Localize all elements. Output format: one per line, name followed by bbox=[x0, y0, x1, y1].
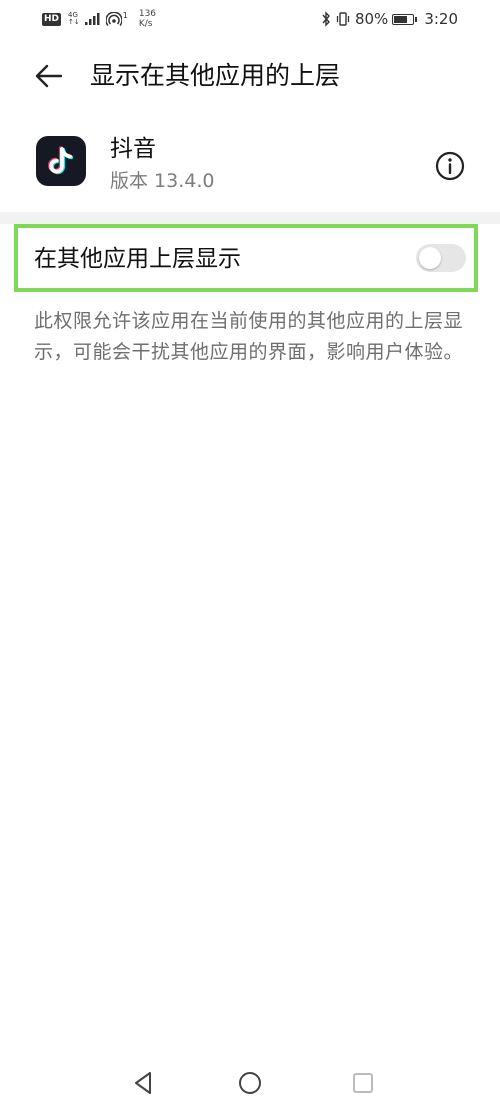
hotspot-count: 1 bbox=[122, 10, 128, 20]
overlay-permission-label: 在其他应用上层显示 bbox=[34, 246, 241, 272]
header: 显示在其他应用的上层 bbox=[0, 52, 500, 100]
status-left: HD 4G ↑↓ 1 136 K/s bbox=[42, 9, 156, 29]
network-speed-unit: K/s bbox=[138, 19, 153, 29]
back-triangle-icon[interactable] bbox=[131, 1070, 155, 1096]
status-bar: HD 4G ↑↓ 1 136 K/s 80% 3:20 bbox=[0, 0, 500, 38]
hotspot-icon bbox=[105, 12, 122, 26]
network-type: 4G ↑↓ bbox=[68, 12, 80, 26]
switch-knob bbox=[419, 247, 441, 269]
clock: 3:20 bbox=[424, 10, 458, 28]
app-version: 版本 13.4.0 bbox=[110, 170, 215, 192]
status-right: 80% 3:20 bbox=[321, 10, 458, 28]
section-divider bbox=[0, 212, 500, 224]
network-speed-value: 136 bbox=[138, 9, 157, 19]
navigation-bar bbox=[0, 1056, 500, 1111]
overlay-permission-switch[interactable] bbox=[416, 244, 466, 272]
overlay-permission-row[interactable]: 在其他应用上层显示 bbox=[14, 224, 478, 292]
page-title: 显示在其他应用的上层 bbox=[90, 61, 341, 90]
battery-percent: 80% bbox=[354, 10, 389, 28]
info-icon[interactable] bbox=[434, 150, 466, 182]
battery-icon bbox=[392, 13, 418, 25]
recent-square-icon[interactable] bbox=[352, 1072, 374, 1094]
signal-icon bbox=[84, 13, 100, 25]
vibrate-icon bbox=[336, 12, 350, 26]
permission-description: 此权限允许该应用在当前使用的其他应用的上层显示，可能会干扰其他应用的界面，影响用… bbox=[34, 310, 464, 363]
network-speed: 136 K/s bbox=[139, 9, 156, 29]
tiktok-logo-icon bbox=[36, 136, 86, 186]
network-type-bottom: ↑↓ bbox=[68, 18, 80, 26]
hd-badge: HD bbox=[42, 12, 62, 26]
home-circle-icon[interactable] bbox=[238, 1071, 262, 1095]
app-info: 抖音 版本 13.4.0 bbox=[0, 128, 500, 203]
battery-fill bbox=[394, 15, 408, 23]
app-name: 抖音 bbox=[110, 136, 156, 162]
back-arrow-icon[interactable] bbox=[34, 62, 64, 90]
bluetooth-icon bbox=[322, 11, 330, 27]
